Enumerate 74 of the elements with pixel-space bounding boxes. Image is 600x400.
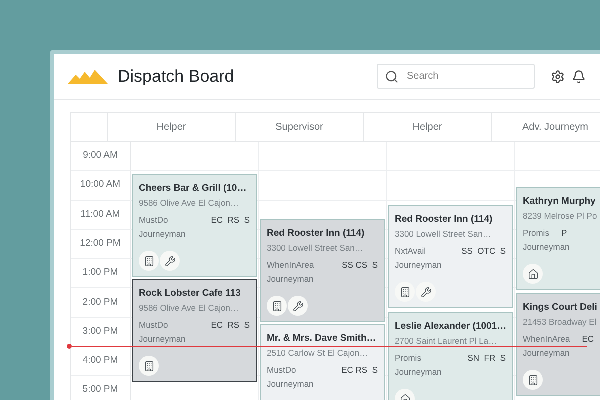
job-tags: EC RS S bbox=[211, 213, 250, 227]
job-title: Red Rooster Inn (114) bbox=[395, 213, 493, 227]
logo-icon bbox=[68, 69, 108, 84]
job-title: Rock Lobster Cafe 113 bbox=[139, 287, 241, 301]
building-icon bbox=[395, 282, 415, 302]
home-icon bbox=[523, 264, 543, 284]
job-title: Kathryn Murphy bbox=[523, 195, 596, 209]
job-address: 8239 Melrose Pl Po bbox=[523, 210, 598, 223]
job-address: 2510 Carlow St El Cajon… bbox=[267, 347, 368, 360]
job-tags: SS OTC S bbox=[462, 244, 506, 258]
column-header: Adv. Journeym bbox=[522, 120, 588, 134]
job-title: Cheers Bar & Grill (10… bbox=[139, 182, 247, 196]
job-role: Journeyman bbox=[523, 347, 570, 360]
search-field[interactable]: Search bbox=[377, 64, 535, 89]
job-address: 21453 Broadway El bbox=[523, 316, 597, 329]
search-input[interactable]: Search bbox=[407, 69, 517, 84]
job-source: Promis bbox=[395, 352, 422, 365]
job-card[interactable]: Red Rooster Inn (114) 3300 Lowell Street San… WhenInArea SS CS S Journeyman bbox=[260, 219, 385, 322]
building-icon bbox=[523, 370, 543, 390]
job-tags: EC bbox=[582, 332, 594, 346]
job-card[interactable]: Red Rooster Inn (114) 3300 Lowell Street San… NxtAvail SS OTC S Journeyman bbox=[388, 205, 513, 308]
job-card[interactable]: Leslie Alexander (1001… 2700 Saint Laurent Pl La… Promis SN FR S Journeyman bbox=[388, 312, 513, 400]
job-source: WhenInArea bbox=[523, 333, 570, 346]
job-card[interactable]: Rock Lobster Cafe 113 9586 Olive Ave El Cajon… MustDo EC RS S Journeyman bbox=[132, 279, 257, 382]
job-role: Journeyman bbox=[139, 333, 186, 346]
job-source: NxtAvail bbox=[395, 245, 426, 258]
time-label: 10:00 AM bbox=[80, 178, 121, 192]
job-title: Mr. & Mrs. Dave Smith… bbox=[267, 332, 376, 346]
app-title: Dispatch Board bbox=[118, 66, 234, 88]
notifications-icon[interactable] bbox=[572, 70, 586, 84]
job-card[interactable]: Kathryn Murphy 8239 Melrose Pl Po Promis P Journeyman bbox=[516, 187, 600, 290]
job-source: WhenInArea bbox=[267, 259, 314, 272]
job-card[interactable]: Cheers Bar & Grill (10… 9586 Olive Ave El Cajon… MustDo EC RS S Journeyman bbox=[132, 174, 257, 277]
job-source: MustDo bbox=[139, 319, 168, 332]
job-title: Kings Court Deli bbox=[523, 301, 598, 315]
job-card[interactable]: Kings Court Deli 21453 Broadway El WhenInArea EC Journeyman bbox=[516, 293, 600, 396]
time-label: 5:00 PM bbox=[82, 383, 118, 398]
job-role: Journeyman bbox=[395, 366, 442, 379]
column-header: Supervisor bbox=[276, 120, 324, 134]
job-address: 3300 Lowell Street San… bbox=[395, 228, 492, 241]
job-source: MustDo bbox=[267, 364, 296, 377]
settings-icon[interactable] bbox=[551, 70, 565, 84]
building-icon bbox=[267, 296, 287, 316]
job-role: Journeyman bbox=[523, 241, 570, 254]
job-card[interactable]: Mr. & Mrs. Dave Smith… 2510 Carlow St El Cajon… MustDo EC RS S Journeyman bbox=[260, 324, 385, 400]
job-role: Journeyman bbox=[267, 378, 314, 391]
column-header: Helper bbox=[156, 120, 186, 134]
time-label: 12:00 PM bbox=[80, 236, 121, 251]
job-source: MustDo bbox=[139, 214, 168, 227]
job-role: Journeyman bbox=[267, 273, 314, 286]
job-tags: P bbox=[561, 226, 568, 240]
job-title: Red Rooster Inn (114) bbox=[267, 227, 365, 241]
building-icon bbox=[139, 251, 159, 271]
job-address: 3300 Lowell Street San… bbox=[267, 242, 364, 255]
time-label: 3:00 PM bbox=[82, 324, 118, 339]
time-label: 11:00 AM bbox=[80, 208, 120, 222]
time-label: 1:00 PM bbox=[82, 266, 118, 280]
job-role: Journeyman bbox=[395, 259, 442, 272]
job-source: Promis bbox=[523, 227, 550, 240]
column-header: Helper bbox=[412, 120, 442, 134]
job-role: Journeyman bbox=[139, 228, 186, 241]
building-icon bbox=[139, 356, 159, 376]
time-label: 2:00 PM bbox=[82, 296, 118, 310]
time-label: 4:00 PM bbox=[82, 354, 118, 368]
time-label: 9:00 AM bbox=[83, 149, 118, 164]
job-tags: EC RS S bbox=[211, 318, 250, 332]
job-address: 9586 Olive Ave El Cajon… bbox=[139, 197, 240, 210]
job-tags: SN FR S bbox=[468, 351, 506, 365]
job-title: Leslie Alexander (1001… bbox=[395, 320, 507, 334]
job-tags: EC RS S bbox=[342, 363, 378, 377]
job-address: 9586 Olive Ave El Cajon… bbox=[139, 302, 240, 315]
job-address: 2700 Saint Laurent Pl La… bbox=[395, 335, 498, 348]
search-icon bbox=[385, 70, 399, 84]
job-tags: SS CS S bbox=[342, 258, 378, 272]
